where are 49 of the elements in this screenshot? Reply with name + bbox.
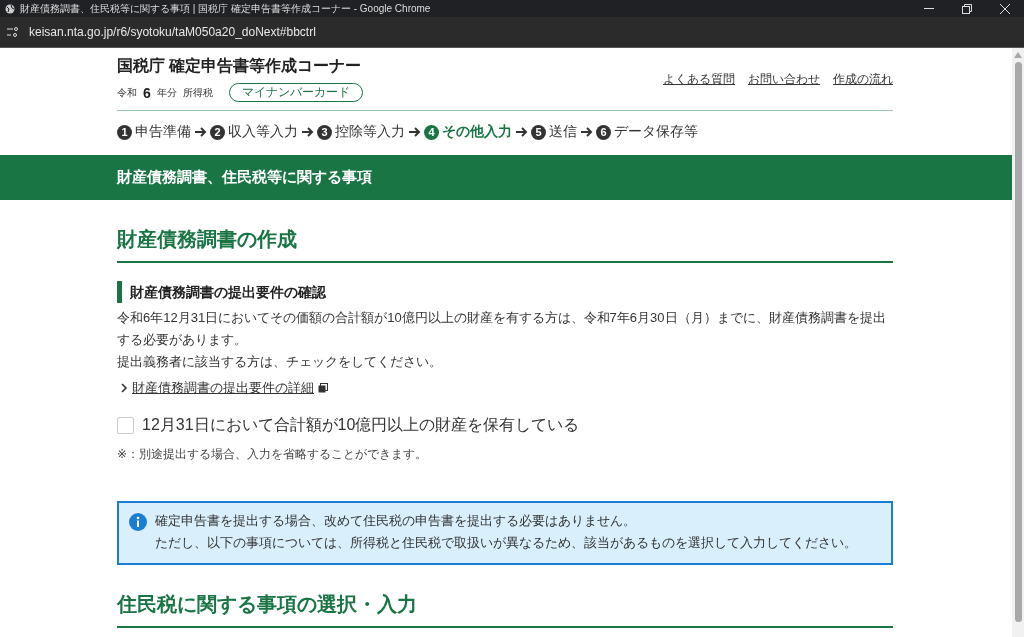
- step-number: 6: [596, 124, 611, 140]
- step-label: その他入力: [442, 123, 512, 141]
- page-heading: 財産債務調書、住民税等に関する事項: [117, 168, 372, 187]
- subsection-heading: 財産債務調書の提出要件の確認: [117, 281, 893, 303]
- section-heading: 住民税に関する事項の選択・入力: [117, 591, 893, 628]
- info-text: ただし、以下の事項については、所得税と住民税で取扱いが異なるため、該当があるものを選択して入力してください。: [155, 535, 857, 551]
- step-label: 収入等入力: [228, 123, 298, 141]
- section-heading: 財産債務調書の作成: [117, 226, 893, 263]
- body-text: 提出義務者に該当する方は、チェックをしてください。: [117, 353, 443, 371]
- arrow-right-icon: [580, 126, 593, 138]
- url-field[interactable]: keisan.nta.go.jp/r6/syotoku/taM050a20_doNext#bbctrl: [29, 25, 316, 39]
- site-title: 国税庁 確定申告書等作成コーナー: [117, 56, 363, 76]
- step-label: 送信: [549, 123, 577, 141]
- step-label: 申告準備: [135, 123, 191, 141]
- site-settings-icon[interactable]: [7, 27, 19, 37]
- restore-icon[interactable]: [962, 3, 972, 14]
- header-link[interactable]: 作成の流れ: [833, 70, 893, 88]
- arrow-right-icon: [515, 126, 528, 138]
- step-label: データ保存等: [614, 123, 698, 141]
- header-link[interactable]: よくある質問: [663, 70, 735, 88]
- step-number: 2: [210, 124, 225, 140]
- body-text: 令和6年12月31日においてその価額の合計額が10億円以上の財産を有する方は、令和7年6月30日（月）までに、財産債務調書を提出する必要があります。: [117, 309, 887, 349]
- window-title: 財産債務調書、住民税等に関する事項 | 国税庁 確定申告書等作成コーナー - Google Chrome: [20, 1, 432, 16]
- scrollbar[interactable]: [1012, 48, 1024, 637]
- scroll-thumb[interactable]: [1014, 62, 1022, 622]
- step-number: 4: [424, 124, 439, 140]
- tax-type: 所得税: [182, 85, 213, 100]
- minimize-icon[interactable]: [924, 7, 934, 10]
- step-number: 1: [117, 124, 132, 140]
- step-label: 控除等入力: [335, 123, 405, 141]
- header-link[interactable]: お問い合わせ: [748, 70, 820, 88]
- checkbox[interactable]: [117, 417, 134, 434]
- year-label: 年分: [156, 85, 177, 100]
- note-text: ※：別途提出する場合、入力を省略することができます。: [117, 446, 429, 463]
- globe-icon: [5, 3, 15, 14]
- arrow-right-icon: [408, 126, 421, 138]
- info-text: 確定申告書を提出する場合、改めて住民税の申告書を提出する必要はありません。: [155, 513, 637, 529]
- new-window-icon: [318, 383, 328, 393]
- checkbox-label[interactable]: 12月31日において合計額が10億円以上の財産を保有している: [142, 415, 580, 436]
- era-label: 令和: [117, 85, 137, 100]
- step-number: 3: [317, 124, 332, 140]
- info-icon: [129, 513, 147, 531]
- step-number: 5: [531, 124, 546, 140]
- chevron-right-icon: [121, 383, 128, 393]
- arrow-right-icon: [194, 126, 207, 138]
- details-link[interactable]: 財産債務調書の提出要件の詳細: [121, 379, 328, 397]
- tax-year: 6: [143, 84, 151, 101]
- arrow-right-icon: [301, 126, 314, 138]
- close-icon[interactable]: [1000, 3, 1010, 14]
